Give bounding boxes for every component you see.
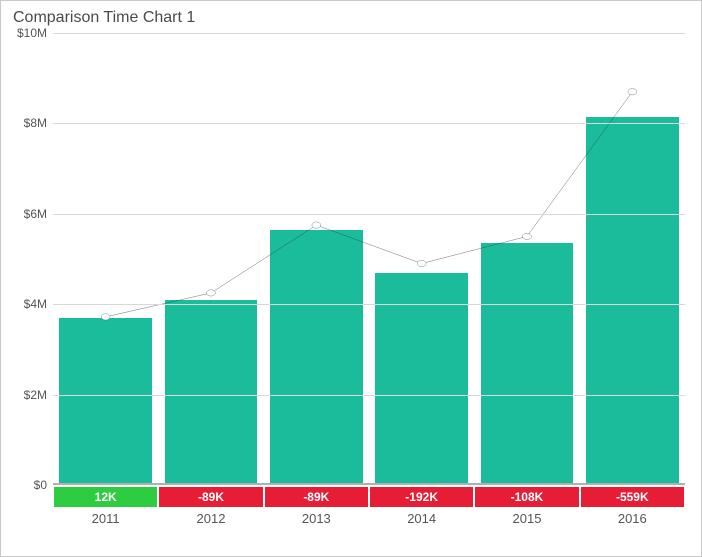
- grid-line: [53, 395, 685, 396]
- chart-card: Comparison Time Chart 1 $0$2M$4M$6M$8M$1…: [0, 0, 702, 557]
- y-tick-label: $10M: [17, 26, 47, 40]
- bar-slot: [264, 33, 369, 485]
- chart-plot-area: $0$2M$4M$6M$8M$10M: [53, 33, 685, 485]
- difference-badge-row: 12K-89K-89K-192K-108K-559K: [53, 487, 685, 507]
- difference-badge: -192K: [370, 487, 473, 507]
- difference-badge: -89K: [265, 487, 368, 507]
- x-tick-label: 2016: [580, 511, 685, 526]
- x-tick-label: 2014: [369, 511, 474, 526]
- bar: [59, 318, 152, 485]
- bar-group: [53, 33, 685, 485]
- bar: [270, 230, 363, 485]
- bar: [165, 300, 258, 485]
- bar-slot: [53, 33, 158, 485]
- x-axis-line: [53, 483, 685, 485]
- bar-slot: [474, 33, 579, 485]
- grid-line: [53, 123, 685, 124]
- x-axis-labels: 201120122013201420152016: [53, 511, 685, 526]
- chart-title: Comparison Time Chart 1: [13, 9, 691, 27]
- bar-slot: [580, 33, 685, 485]
- bar: [586, 117, 679, 485]
- difference-badge: -559K: [581, 487, 684, 507]
- x-tick-label: 2013: [264, 511, 369, 526]
- bar-slot: [369, 33, 474, 485]
- x-tick-label: 2012: [158, 511, 263, 526]
- y-tick-label: $8M: [24, 116, 47, 130]
- y-tick-label: $4M: [24, 297, 47, 311]
- bar: [481, 243, 574, 485]
- y-tick-label: $2M: [24, 388, 47, 402]
- grid-line: [53, 214, 685, 215]
- grid-line: [53, 304, 685, 305]
- x-tick-label: 2011: [53, 511, 158, 526]
- difference-badge: 12K: [54, 487, 157, 507]
- y-tick-label: $0: [34, 478, 47, 492]
- x-tick-label: 2015: [474, 511, 579, 526]
- y-tick-label: $6M: [24, 207, 47, 221]
- bar-slot: [158, 33, 263, 485]
- difference-badge: -108K: [475, 487, 578, 507]
- grid-line: [53, 33, 685, 34]
- difference-badge: -89K: [159, 487, 262, 507]
